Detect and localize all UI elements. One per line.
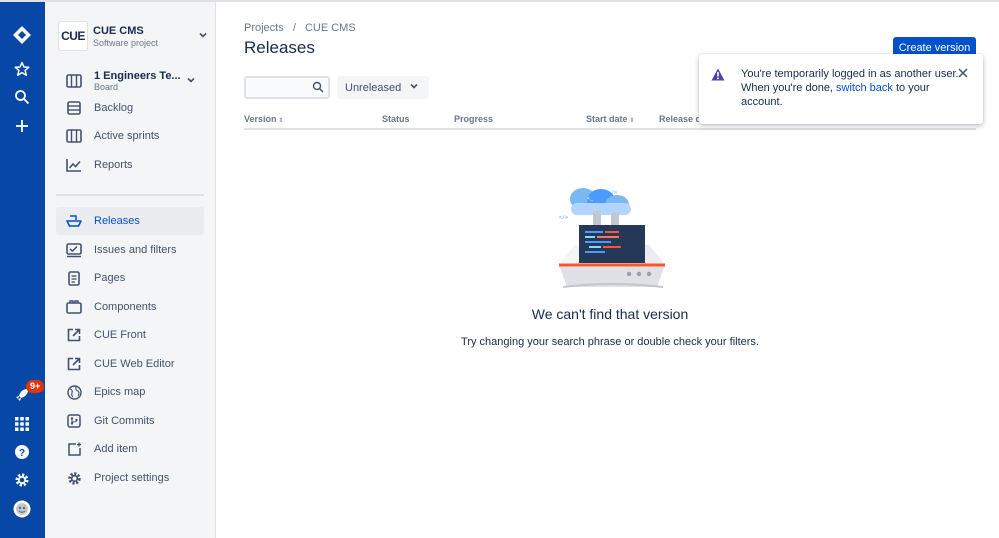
svg-text:?: ?	[19, 448, 25, 459]
warning-icon	[711, 68, 725, 84]
project-name: CUE CMS	[93, 24, 144, 37]
sort-icon: ⇕	[629, 118, 635, 124]
board-sub: Board	[94, 82, 119, 92]
sidebar-item-label: Releases	[94, 215, 140, 227]
sidebar-item-issues-and-filters[interactable]: Issues and filters	[56, 236, 204, 264]
column-start-date[interactable]: Start date ⇕	[586, 114, 635, 124]
status-filter-dropdown[interactable]: Unreleased	[337, 76, 429, 99]
sidebar-item-reports[interactable]: Reports	[56, 151, 204, 179]
project-logo: CUE	[58, 21, 88, 51]
column-status: Status	[382, 114, 410, 124]
sidebar-item-label: Git Commits	[94, 415, 155, 427]
sidebar-item-label: Epics map	[94, 386, 146, 398]
board-icon	[66, 128, 82, 144]
board-icon	[66, 73, 82, 89]
chevron-down-icon[interactable]	[198, 30, 208, 43]
sidebar-item-label: Active sprints	[94, 130, 160, 142]
notification-badge: 9+	[26, 380, 45, 393]
sidebar-item-components[interactable]: Components	[56, 293, 204, 321]
page-icon	[66, 270, 82, 286]
switch-back-link[interactable]: switch back	[836, 82, 893, 94]
sidebar-item-label: CUE Front	[94, 329, 146, 341]
column-version[interactable]: Version ⇕	[244, 114, 284, 124]
breadcrumb-separator: /	[292, 22, 296, 34]
sidebar-item-releases[interactable]: Releases	[56, 207, 204, 235]
project-header[interactable]: CUE CUE CMS Software project	[58, 19, 208, 53]
ship-illustration-icon: <_ </> </>	[559, 188, 665, 288]
app-switcher-icon[interactable]	[11, 413, 33, 435]
issues-icon	[66, 242, 82, 258]
component-icon	[66, 299, 82, 315]
sidebar-divider	[56, 194, 204, 196]
settings-icon[interactable]	[11, 469, 33, 491]
sort-icon: ⇕	[278, 118, 284, 124]
column-release-date[interactable]: Release d	[659, 114, 701, 124]
help-icon[interactable]: ?	[11, 441, 33, 463]
empty-state-subtitle: Try changing your search phrase or doubl…	[461, 336, 759, 348]
search-icon	[312, 81, 324, 96]
external-link-icon	[66, 327, 82, 343]
sidebar-item-epics-map[interactable]: Epics map	[56, 378, 204, 406]
sidebar-item-label: Pages	[94, 272, 126, 284]
sidebar-item-label: Components	[94, 301, 157, 313]
svg-text:</>: </>	[559, 215, 568, 221]
globe-icon	[66, 384, 82, 400]
sidebar-item-add-item[interactable]: Add item	[56, 435, 204, 463]
search-icon[interactable]	[11, 86, 33, 108]
sidebar-item-label: Add item	[94, 443, 138, 455]
sidebar-item-active-sprints[interactable]: Active sprints	[56, 122, 204, 150]
column-progress: Progress	[454, 114, 494, 124]
sidebar-item-cue-web-editor[interactable]: CUE Web Editor	[56, 350, 204, 378]
project-sidebar: CUE CUE CMS Software project 1 Engineers…	[45, 2, 216, 538]
external-link-icon	[66, 356, 82, 372]
backlog-icon	[66, 100, 82, 116]
add-item-icon	[66, 441, 82, 457]
sidebar-item-backlog[interactable]: Backlog	[56, 94, 204, 122]
breadcrumb-project[interactable]: CUE CMS	[305, 22, 356, 34]
star-icon[interactable]	[11, 58, 33, 80]
page-title: Releases	[244, 38, 315, 57]
sidebar-item-label: Backlog	[94, 102, 134, 114]
settings-icon	[66, 470, 82, 486]
jira-logo-icon[interactable]	[11, 24, 33, 46]
svg-text:</>: </>	[608, 190, 617, 196]
board-name: 1 Engineers Te...	[94, 70, 181, 82]
empty-state-title: We can't find that version	[531, 306, 689, 322]
filter-selected-value: Unreleased	[345, 81, 402, 94]
svg-text:<_: <_	[587, 196, 594, 202]
chevron-down-icon	[409, 81, 419, 94]
git-icon	[66, 413, 82, 429]
sidebar-item-label: Project settings	[94, 472, 170, 484]
breadcrumb-projects[interactable]: Projects	[244, 22, 284, 34]
sidebar-item-label: Issues and filters	[94, 244, 177, 256]
sidebar-item-label: CUE Web Editor	[94, 358, 175, 370]
sidebar-item-project-settings[interactable]: Project settings	[56, 464, 204, 492]
search-input[interactable]	[244, 76, 330, 99]
chevron-down-icon[interactable]	[186, 75, 196, 88]
avatar-icon[interactable]	[11, 498, 33, 520]
plus-icon[interactable]	[11, 115, 33, 137]
board-switcher[interactable]: 1 Engineers Te... Board	[56, 66, 204, 96]
sidebar-item-git-commits[interactable]: Git Commits	[56, 407, 204, 435]
sidebar-item-label: Reports	[94, 159, 133, 171]
global-navigation: 9+ ?	[0, 2, 45, 538]
sidebar-item-cue-front[interactable]: CUE Front	[56, 321, 204, 349]
sidebar-item-pages[interactable]: Pages	[56, 264, 204, 292]
impersonation-flag: You're temporarily logged in as another …	[699, 54, 983, 124]
flag-message: You're temporarily logged in as another …	[741, 67, 961, 109]
close-icon[interactable]	[958, 68, 968, 81]
reports-icon	[66, 157, 82, 173]
ship-icon	[66, 213, 82, 229]
project-type: Software project	[93, 37, 159, 48]
breadcrumb: Projects / CUE CMS	[244, 22, 362, 34]
